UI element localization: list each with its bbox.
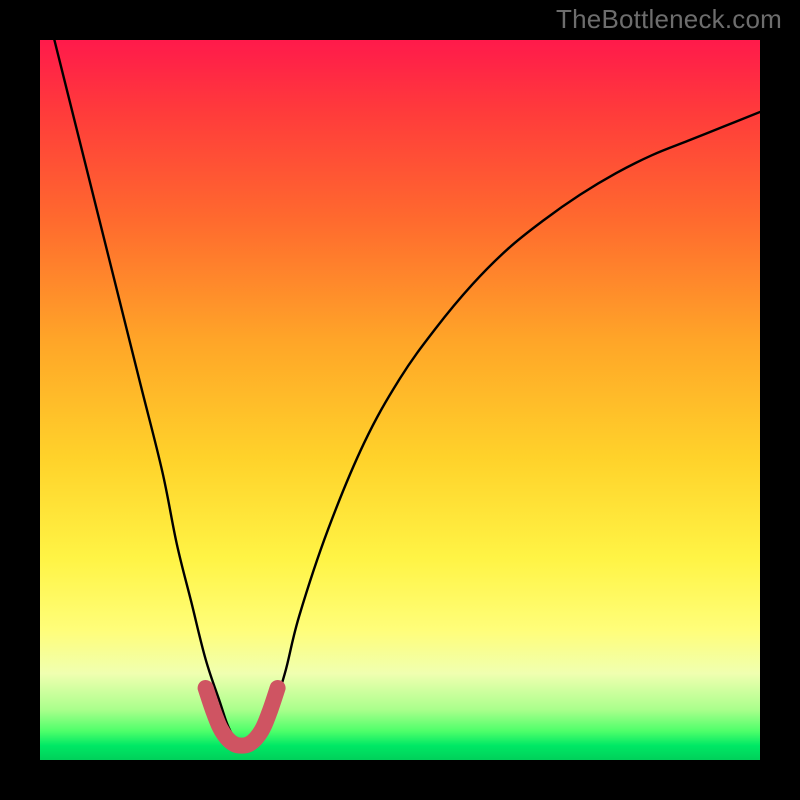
curve-svg	[40, 40, 760, 760]
chart-frame: TheBottleneck.com	[0, 0, 800, 800]
watermark-text: TheBottleneck.com	[556, 4, 782, 35]
bottleneck-curve-path	[54, 40, 760, 747]
plot-area	[40, 40, 760, 760]
highlight-segment-path	[206, 688, 278, 746]
